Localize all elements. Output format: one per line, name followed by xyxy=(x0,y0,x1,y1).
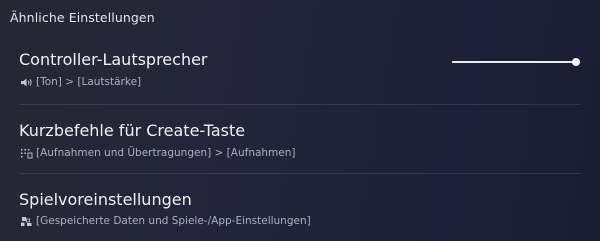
setting-row-game-presets[interactable]: Spielvoreinstellungen [Gespeicherte Date… xyxy=(0,174,600,241)
setting-path: [Ton] > [Lautstärke] xyxy=(20,76,141,88)
setting-title: Controller-Lautsprecher xyxy=(19,50,208,69)
setting-row-controller-speaker[interactable]: Controller-Lautsprecher [Ton] > [Lautstä… xyxy=(0,0,600,104)
volume-slider[interactable] xyxy=(452,56,582,68)
setting-path: [Aufnahmen und Übertragungen] > [Aufnahm… xyxy=(20,147,296,159)
setting-title: Spielvoreinstellungen xyxy=(19,190,192,209)
setting-path: [Gespeicherte Daten und Spiele-/App-Eins… xyxy=(20,215,311,227)
slider-fill xyxy=(452,61,576,63)
setting-path-text: [Aufnahmen und Übertragungen] > [Aufnahm… xyxy=(36,147,296,159)
speaker-icon xyxy=(21,78,32,86)
slider-thumb[interactable] xyxy=(572,58,580,66)
setting-row-create-shortcuts[interactable]: Kurzbefehle für Create-Taste [Aufnahmen … xyxy=(0,105,600,173)
setting-title: Kurzbefehle für Create-Taste xyxy=(19,121,246,140)
saved-data-icon xyxy=(21,216,32,226)
setting-path-text: [Gespeicherte Daten und Spiele-/App-Eins… xyxy=(36,215,311,227)
setting-path-text: [Ton] > [Lautstärke] xyxy=(36,76,142,88)
capture-icon xyxy=(21,148,33,158)
